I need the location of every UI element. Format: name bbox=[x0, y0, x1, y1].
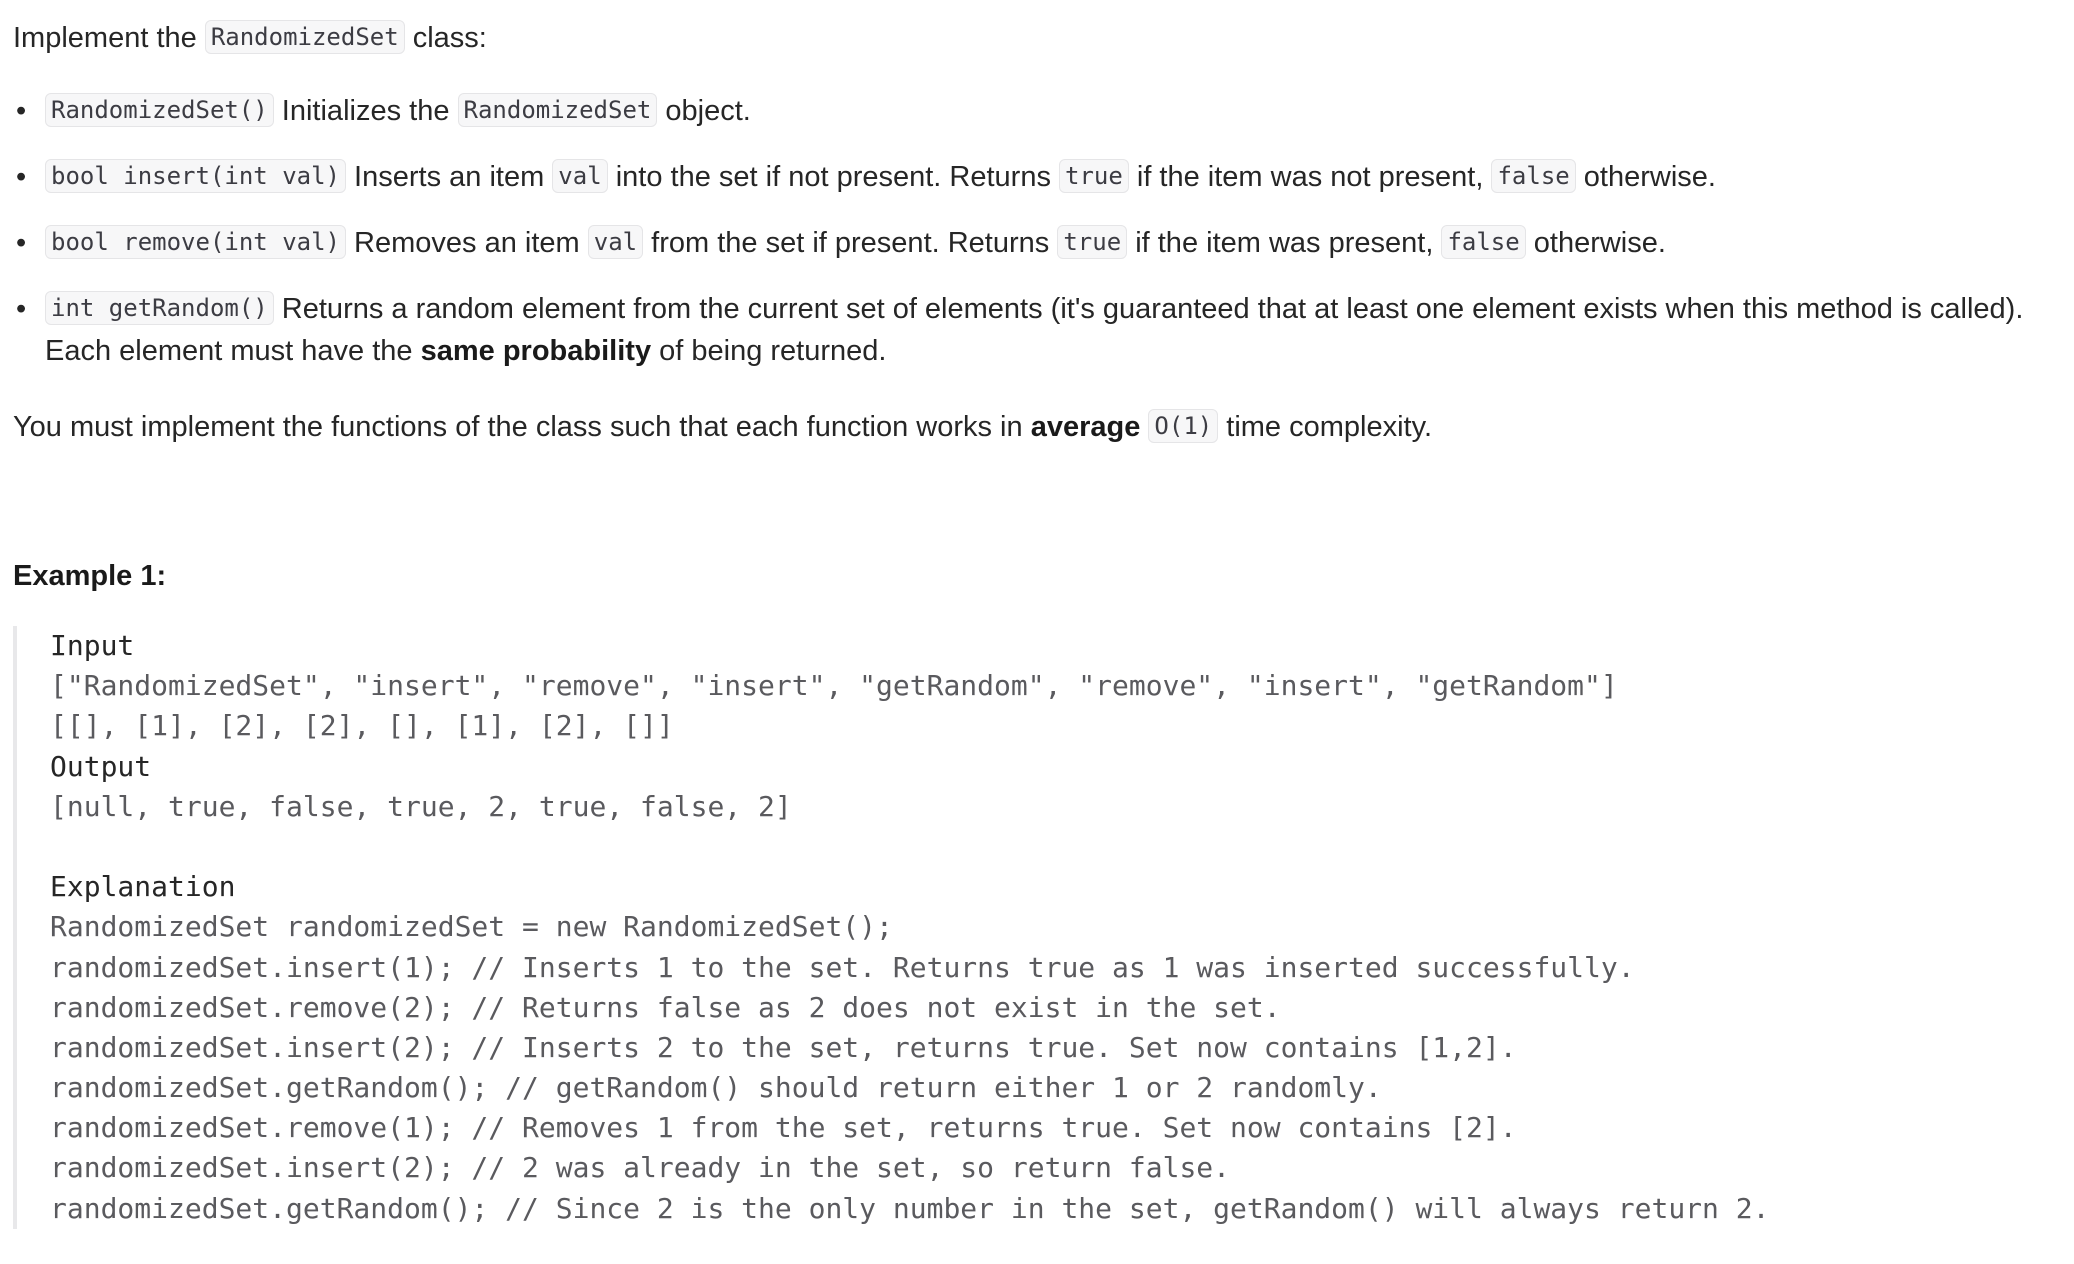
method-text: otherwise. bbox=[1575, 161, 1716, 193]
input-line: [[], [1], [2], [2], [], [1], [2], []] bbox=[50, 709, 674, 743]
intro-suffix: class: bbox=[404, 22, 487, 54]
complexity-paragraph: You must implement the functions of the … bbox=[13, 406, 1432, 448]
method-text: of being returned. bbox=[651, 335, 887, 367]
example-block: Input ["RandomizedSet", "insert", "remove… bbox=[13, 626, 2053, 1229]
list-item: • bool remove(int val) Removes an item va… bbox=[13, 222, 2063, 264]
method-text: object. bbox=[657, 95, 751, 127]
example-code: Input ["RandomizedSet", "insert", "remove… bbox=[50, 626, 2053, 1229]
bullet-icon: • bbox=[16, 95, 27, 127]
explanation-line: randomizedSet.remove(2); // Returns fals… bbox=[50, 990, 1281, 1024]
inline-code: O(1) bbox=[1148, 409, 1219, 443]
input-label: Input bbox=[50, 629, 135, 662]
inline-code: val bbox=[552, 159, 608, 193]
explanation-line: randomizedSet.getRandom(); // getRandom(… bbox=[50, 1071, 1382, 1105]
method-text: Initializes the bbox=[273, 95, 458, 127]
complexity-prefix: You must implement the functions of the … bbox=[13, 411, 1031, 443]
explanation-line: randomizedSet.insert(2); // 2 was alread… bbox=[50, 1151, 1231, 1185]
class-name-code: RandomizedSet bbox=[204, 20, 405, 54]
method-signature: RandomizedSet() bbox=[45, 93, 274, 127]
list-item: • int getRandom() Returns a random elemen… bbox=[13, 288, 2063, 372]
bullet-icon: • bbox=[16, 161, 27, 193]
inline-code: true bbox=[1057, 225, 1128, 259]
method-text: into the set if not present. Returns bbox=[607, 161, 1060, 193]
inline-code: RandomizedSet bbox=[457, 93, 658, 127]
explanation-line: randomizedSet.remove(1); // Removes 1 fr… bbox=[50, 1111, 1517, 1145]
output-line: [null, true, false, true, 2, true, false… bbox=[50, 789, 792, 823]
inline-code: val bbox=[587, 225, 644, 259]
explanation-line: randomizedSet.getRandom(); // Since 2 is… bbox=[50, 1191, 1770, 1225]
intro-prefix: Implement the bbox=[13, 22, 205, 54]
method-text: from the set if present. Returns bbox=[643, 227, 1058, 259]
explanation-line: RandomizedSet randomizedSet = new Random… bbox=[50, 910, 893, 944]
bold-text: same probability bbox=[420, 335, 652, 367]
method-list: • RandomizedSet() Initializes the Randomi… bbox=[13, 90, 2063, 396]
method-text: Removes an item bbox=[345, 227, 588, 259]
bold-text: average bbox=[1030, 411, 1141, 443]
example-title: Example 1: bbox=[13, 560, 167, 592]
explanation-label: Explanation bbox=[50, 870, 236, 904]
method-text: if the item was not present, bbox=[1128, 161, 1492, 193]
inline-code: true bbox=[1059, 159, 1129, 193]
method-text: if the item was present, bbox=[1127, 227, 1442, 259]
method-text: Inserts an item bbox=[345, 161, 553, 193]
input-line: ["RandomizedSet", "insert", "remove", "i… bbox=[50, 669, 1618, 703]
method-signature: bool insert(int val) bbox=[45, 159, 346, 193]
bullet-icon: • bbox=[16, 227, 27, 259]
method-signature: int getRandom() bbox=[45, 291, 274, 325]
bullet-icon: • bbox=[16, 293, 27, 325]
method-text: otherwise. bbox=[1525, 227, 1666, 259]
output-label: Output bbox=[50, 749, 152, 783]
inline-code: false bbox=[1491, 159, 1576, 193]
list-item: • RandomizedSet() Initializes the Randomi… bbox=[13, 90, 2063, 132]
explanation-line: randomizedSet.insert(2); // Inserts 2 to… bbox=[50, 1030, 1517, 1064]
list-item: • bool insert(int val) Inserts an item va… bbox=[13, 156, 2063, 198]
inline-code: false bbox=[1441, 225, 1526, 259]
intro-paragraph: Implement the RandomizedSet class: bbox=[13, 17, 487, 59]
method-signature: bool remove(int val) bbox=[45, 225, 346, 259]
complexity-suffix: time complexity. bbox=[1218, 411, 1433, 443]
explanation-line: randomizedSet.insert(1); // Inserts 1 to… bbox=[50, 950, 1635, 984]
method-text: Returns a random element from the curren… bbox=[45, 293, 2024, 367]
